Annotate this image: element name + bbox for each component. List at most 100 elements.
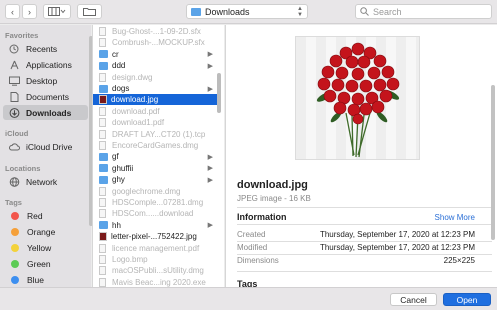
file-name: DRAFT LAY...CT20 (1).tcp [112,129,206,139]
file-row[interactable]: EncoreCardGames.dmg [93,140,217,151]
disclosure-arrow-icon: ▶ [207,165,213,173]
file-row[interactable]: Logo.bmp [93,254,217,265]
preview-pane: download.jpg JPEG image - 16 KB Informat… [225,25,497,287]
sidebar-item-label: Recents [26,43,58,54]
forward-button[interactable]: › [22,4,37,19]
file-row-selected[interactable]: download.jpg [93,94,217,106]
sidebar-item-label: Red [27,210,43,221]
preview-file-name: download.jpg [237,179,308,191]
info-value-created: Thursday, September 17, 2020 at 12:23 PM [319,230,475,239]
folder-icon [99,152,108,161]
file-row[interactable]: googlechrome.dmg [93,186,217,197]
sidebar-item-label: Network [26,176,58,187]
new-folder-button[interactable] [77,4,102,19]
file-row[interactable]: Combrush-...MOCKUP.sfx [93,37,217,48]
sidebar-item-recents[interactable]: Recents [3,41,88,56]
document-icon [99,27,106,36]
chevron-right-icon: › [28,6,31,17]
folder-icon [191,7,201,16]
file-row[interactable]: letter-pixel-...752422.jpg [93,231,217,242]
location-popup[interactable]: Downloads ▲ ▼ [186,4,308,19]
file-name: Bug-Ghost-...1-09-2D.sfx [112,27,201,36]
file-name: cr [112,49,119,59]
icloud-heading: iCloud [5,129,29,138]
file-row[interactable]: licence management.pdf [93,243,217,254]
download-icon [9,107,20,118]
file-row[interactable]: HDSCom......download [93,208,217,219]
search-field[interactable]: Search [355,4,492,19]
divider [237,241,492,242]
folder-icon [99,84,108,93]
sidebar-item-icloud-drive[interactable]: iCloud Drive [3,139,88,154]
disclosure-arrow-icon: ▶ [207,51,213,59]
show-more-link[interactable]: Show More [435,213,475,222]
file-row[interactable]: gf ▶ [93,151,217,162]
tags-section-heading: Tags [237,279,258,287]
sidebar-item-label: Yellow [27,242,52,253]
file-row[interactable]: download.pdf [93,106,217,117]
file-row[interactable]: download1.pdf [93,117,217,128]
favorites-heading: Favorites [5,31,39,40]
tag-dot-icon [11,275,19,284]
document-icon [99,129,106,139]
disclosure-arrow-icon: ▶ [207,153,213,161]
sidebar-tag-green[interactable]: Green [3,256,88,271]
sidebar-item-desktop[interactable]: Desktop [3,73,88,88]
view-mode-button[interactable] [43,4,71,19]
file-name: EncoreCardGames.dmg [112,141,199,150]
document-icon [99,266,106,276]
file-row[interactable]: ghy ▶ [93,174,217,185]
file-row[interactable]: HDSComple...07281.dmg [93,197,217,208]
sidebar-item-label: Green [27,258,51,269]
file-row[interactable]: cr ▶ [93,49,217,60]
sidebar-tag-orange[interactable]: Orange [3,224,88,239]
file-row[interactable]: Mavis Beac...ing 2020.exe [93,277,217,287]
file-row[interactable]: ghuffii ▶ [93,163,217,174]
document-icon [99,186,106,196]
file-row[interactable]: dogs ▶ [93,83,217,94]
folder-icon [99,50,108,59]
back-button[interactable]: ‹ [5,4,20,19]
disclosure-arrow-icon: ▶ [207,222,213,230]
file-row[interactable]: design.dwg [93,72,217,83]
file-row[interactable]: Bug-Ghost-...1-09-2D.sfx [93,26,217,37]
sidebar-tag-red[interactable]: Red [3,208,88,223]
document-icon [99,141,106,150]
file-row[interactable]: DRAFT LAY...CT20 (1).tcp [93,129,217,140]
info-key-created: Created [237,230,266,239]
document-icon [99,209,106,219]
file-row[interactable]: ddd ▶ [93,60,217,71]
sidebar-item-documents[interactable]: Documents [3,89,88,104]
folder-icon [99,175,108,184]
sidebar-item-label: iCloud Drive [26,141,73,152]
folder-icon [99,221,108,230]
open-button[interactable]: Open [443,293,491,306]
sidebar-item-label: Desktop [26,75,58,86]
sidebar-item-applications[interactable]: Applications [3,57,88,72]
tag-dot-icon [11,211,19,220]
clock-icon [9,44,19,53]
sidebar-item-network[interactable]: Network [3,174,88,189]
file-row[interactable]: macOSPubli...sUtility.dmg [93,265,217,276]
disclosure-arrow-icon: ▶ [207,62,213,70]
file-list-scrollbar[interactable] [217,73,221,113]
documents-icon [10,91,19,102]
bottom-bar: Cancel Open [0,287,497,310]
info-value-modified: Thursday, September 17, 2020 at 12:23 PM [319,243,475,252]
file-name: ghuffii [112,163,134,173]
image-preview [295,36,420,160]
sidebar-tag-yellow[interactable]: Yellow [3,240,88,255]
file-row[interactable]: hh ▶ [93,220,217,231]
file-list: Bug-Ghost-...1-09-2D.sfx Combrush-...MOCK… [92,25,224,287]
cloud-icon [9,142,20,150]
cancel-button[interactable]: Cancel [390,293,437,306]
sidebar-item-label: Applications [26,59,72,70]
locations-heading: Locations [5,164,41,173]
divider [237,254,492,255]
sidebar-item-downloads[interactable]: Downloads [3,105,88,120]
disclosure-arrow-icon: ▶ [207,176,213,184]
preview-scrollbar[interactable] [491,85,495,240]
sidebar-tag-blue[interactable]: Blue [3,272,88,287]
image-file-icon [99,95,107,105]
disclosure-arrow-icon: ▶ [207,85,213,93]
